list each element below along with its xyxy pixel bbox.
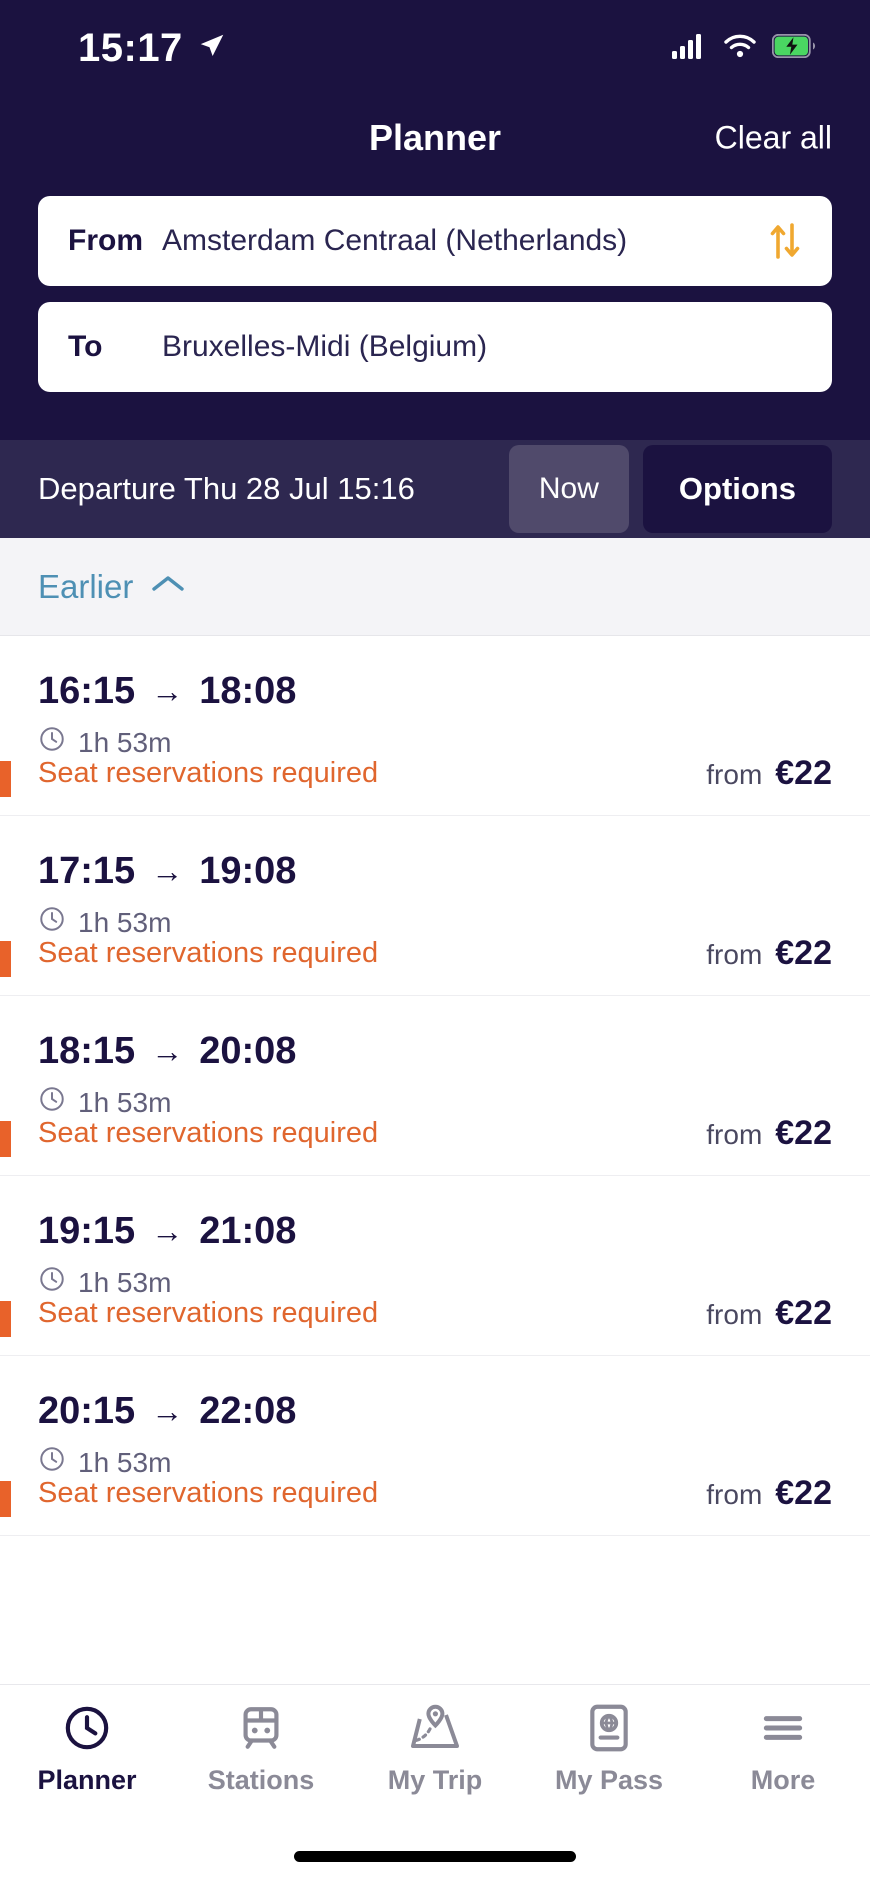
search-fields: From Amsterdam Centraal (Netherlands) To…	[0, 180, 870, 440]
earlier-label: Earlier	[38, 567, 134, 605]
header-region: 15:17 Planner Clear all From Amsterdam C…	[0, 0, 870, 440]
battery-charging-icon	[771, 33, 816, 63]
journey-departure-time: 20:15	[38, 1390, 136, 1432]
earlier-button[interactable]: Earlier	[0, 538, 870, 636]
price-prefix-label: from	[706, 1119, 763, 1150]
journey-row[interactable]: 18:15 → 20:08 1h 53m Seat reservations requi…	[0, 996, 870, 1176]
journey-time-range: 16:15 → 18:08	[38, 670, 832, 713]
journey-row[interactable]: 16:15 → 18:08 1h 53m Seat reservations requi…	[0, 636, 870, 816]
journey-price: from €22	[706, 934, 832, 973]
price-prefix-label: from	[706, 759, 763, 790]
status-bar-left: 15:17	[78, 26, 227, 71]
journey-row[interactable]: 20:15 → 22:08 1h 53m Seat reservations requi…	[0, 1356, 870, 1536]
journey-footer: Seat reservations required from €22	[0, 1294, 832, 1333]
arrow-right-icon: →	[151, 1213, 184, 1249]
clear-all-button[interactable]: Clear all	[715, 120, 832, 157]
hamburger-menu-icon	[758, 1701, 808, 1755]
reservation-warning-label: Seat reservations required	[38, 757, 379, 789]
to-value: Bruxelles-Midi (Belgium)	[162, 330, 488, 363]
to-label: To	[68, 330, 103, 363]
price-amount: €22	[775, 1294, 832, 1332]
clock-icon	[62, 1701, 112, 1755]
status-bar-right	[672, 33, 816, 64]
bottom-tab-bar[interactable]: Planner Stations My Trip My Pass More	[0, 1684, 870, 1828]
status-bar: 15:17	[0, 0, 870, 96]
price-amount: €22	[775, 1474, 832, 1512]
journey-time-range: 19:15 → 21:08	[38, 1210, 832, 1253]
departure-datetime[interactable]: Departure Thu 28 Jul 15:16	[38, 471, 509, 507]
tab-label: My Trip	[387, 1765, 483, 1795]
arrow-right-icon: →	[151, 673, 184, 709]
planner-screen: 15:17 Planner Clear all From Amsterdam C…	[0, 0, 870, 1884]
home-indicator	[0, 1828, 870, 1884]
arrow-right-icon: →	[151, 853, 184, 889]
nav-bar: Planner Clear all	[0, 96, 870, 180]
page-title: Planner	[368, 117, 502, 158]
tab-more[interactable]: More	[696, 1701, 870, 1796]
passport-globe-icon	[586, 1701, 632, 1755]
journey-time-range: 17:15 → 19:08	[38, 850, 832, 893]
tab-my-trip[interactable]: My Trip	[348, 1701, 522, 1796]
journey-footer: Seat reservations required from €22	[0, 754, 832, 793]
journey-departure-time: 17:15	[38, 850, 136, 892]
reservation-warning-label: Seat reservations required	[38, 937, 379, 969]
journey-price: from €22	[706, 1474, 832, 1513]
arrow-right-icon: →	[151, 1393, 184, 1429]
home-bar	[294, 1850, 576, 1862]
tab-planner[interactable]: Planner	[0, 1701, 174, 1796]
tab-my-pass[interactable]: My Pass	[522, 1701, 696, 1796]
journey-row[interactable]: 17:15 → 19:08 1h 53m Seat reservations requi…	[0, 816, 870, 996]
to-field[interactable]: To Bruxelles-Midi (Belgium)	[38, 302, 832, 392]
price-prefix-label: from	[706, 939, 763, 970]
swap-vertical-arrows-icon[interactable]	[768, 219, 802, 263]
journey-time-range: 18:15 → 20:08	[38, 1030, 832, 1073]
journey-arrival-time: 20:08	[199, 1030, 297, 1072]
price-amount: €22	[775, 1114, 832, 1152]
price-prefix-label: from	[706, 1299, 763, 1330]
from-field[interactable]: From Amsterdam Centraal (Netherlands)	[38, 196, 832, 286]
map-pin-icon	[409, 1701, 461, 1755]
journey-arrival-time: 21:08	[199, 1210, 297, 1252]
journey-arrival-time: 18:08	[199, 670, 297, 712]
now-button[interactable]: Now	[508, 445, 629, 533]
tab-label: Planner	[37, 1765, 137, 1795]
location-arrow-icon	[197, 31, 227, 66]
train-icon	[236, 1701, 286, 1755]
cellular-signal-icon	[672, 33, 708, 64]
reservation-warning-label: Seat reservations required	[38, 1297, 379, 1329]
wifi-icon	[724, 34, 756, 63]
price-prefix-label: from	[706, 1479, 763, 1510]
journey-footer: Seat reservations required from €22	[0, 1474, 832, 1513]
tab-stations[interactable]: Stations	[174, 1701, 348, 1796]
journey-arrival-time: 19:08	[199, 850, 297, 892]
journey-arrival-time: 22:08	[199, 1390, 297, 1432]
journey-price: from €22	[706, 754, 832, 793]
chevron-up-icon	[151, 573, 185, 600]
journey-departure-time: 16:15	[38, 670, 136, 712]
journey-departure-time: 18:15	[38, 1030, 136, 1072]
journey-results-list[interactable]: 16:15 → 18:08 1h 53m Seat reservations requi…	[0, 636, 870, 1684]
tab-label: Stations	[207, 1765, 315, 1795]
journey-footer: Seat reservations required from €22	[0, 934, 832, 973]
from-value: Amsterdam Centraal (Netherlands)	[162, 224, 628, 257]
price-amount: €22	[775, 754, 832, 792]
arrow-right-icon: →	[151, 1033, 184, 1069]
status-bar-clock: 15:17	[78, 25, 183, 70]
tab-label: More	[750, 1765, 816, 1795]
options-button[interactable]: Options	[642, 445, 832, 533]
from-label: From	[68, 224, 143, 257]
journey-price: from €22	[706, 1294, 832, 1333]
reservation-warning-label: Seat reservations required	[38, 1117, 379, 1149]
journey-price: from €22	[706, 1114, 832, 1153]
price-amount: €22	[775, 934, 832, 972]
journey-departure-time: 19:15	[38, 1210, 136, 1252]
reservation-warning-label: Seat reservations required	[38, 1477, 379, 1509]
journey-footer: Seat reservations required from €22	[0, 1114, 832, 1153]
journey-row[interactable]: 19:15 → 21:08 1h 53m Seat reservations requi…	[0, 1176, 870, 1356]
tab-label: My Pass	[554, 1765, 664, 1795]
journey-time-range: 20:15 → 22:08	[38, 1390, 832, 1433]
departure-bar: Departure Thu 28 Jul 15:16 Now Options	[0, 440, 870, 538]
